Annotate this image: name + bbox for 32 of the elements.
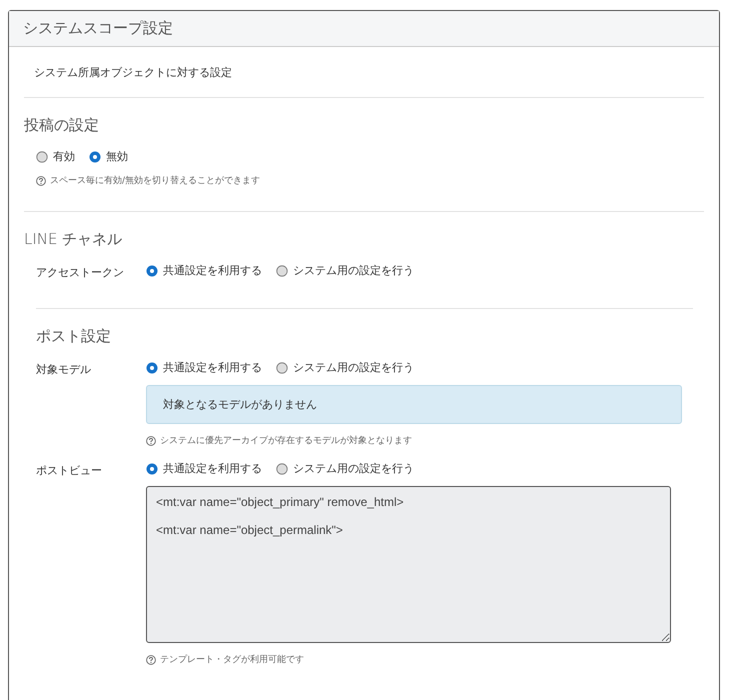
help-text: テンプレート・タグが利用可能です (160, 653, 304, 666)
field-label: アクセストークン (36, 265, 125, 280)
radio-option[interactable]: 共通設定を利用する (146, 461, 262, 476)
radio-option[interactable]: システム用の設定を行う (276, 461, 414, 476)
info-alert: 対象となるモデルがありません (146, 385, 682, 424)
radio-button[interactable] (36, 150, 48, 162)
panel-title: システムスコープ設定 (9, 11, 719, 47)
description: システム所属オブジェクトに対する設定 (34, 66, 232, 79)
help-icon (146, 436, 156, 446)
radio-button[interactable] (276, 264, 288, 276)
help-text: スペース毎に有効/無効を切り替えることができます (50, 174, 260, 187)
field-label: 対象モデル (36, 362, 92, 378)
section-heading: LINE チャネル (24, 230, 122, 248)
radio-button[interactable] (89, 150, 101, 162)
radio-option[interactable]: 有効 (36, 149, 75, 164)
help-icon (146, 654, 156, 664)
radio-option[interactable]: 共通設定を利用する (146, 263, 262, 278)
radio-option[interactable]: システム用の設定を行う (276, 263, 414, 278)
subsection-heading: ポスト設定 (36, 327, 111, 345)
radio-button[interactable] (146, 264, 158, 276)
section-heading: 投稿の設定 (24, 116, 99, 134)
radio-button[interactable] (276, 362, 288, 374)
radio-option[interactable]: 共通設定を利用する (146, 360, 262, 375)
radio-option[interactable]: 無効 (89, 149, 128, 164)
help-icon (36, 176, 46, 186)
field-label: ポストビュー (36, 463, 103, 479)
help-text: システムに優先アーカイブが存在するモデルが対象となります (160, 434, 412, 447)
template-textarea[interactable]: <mt:var name="object_primary" remove_html> <mt:var name="object_permalink"> (146, 486, 671, 643)
radio-button[interactable] (146, 362, 158, 374)
radio-button[interactable] (146, 462, 158, 474)
radio-button[interactable] (276, 462, 288, 474)
radio-option[interactable]: システム用の設定を行う (276, 360, 414, 375)
